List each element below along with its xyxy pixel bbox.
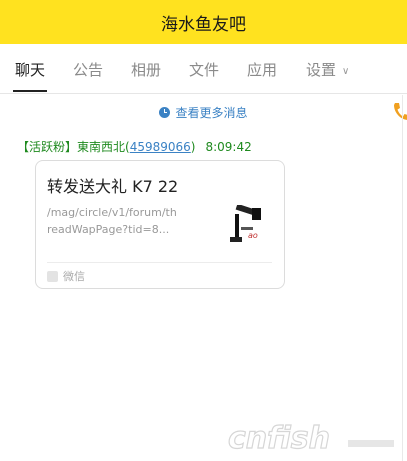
tab-album[interactable]: 相册 bbox=[131, 44, 161, 94]
card-source: 微信 bbox=[63, 270, 85, 283]
site-watermark: cnfish bbox=[228, 420, 394, 457]
tab-apps[interactable]: 应用 bbox=[247, 44, 277, 94]
message-sender: 【活跃粉】東南西北(45989066) 8:09:42 bbox=[17, 138, 252, 155]
wechat-icon bbox=[47, 270, 58, 282]
card-url: /mag/circle/v1/forum/threadWapPage?tid=8… bbox=[47, 206, 177, 236]
clock-icon bbox=[159, 107, 171, 118]
card-footer: 微信 bbox=[47, 268, 85, 284]
message-time: 8:09:42 bbox=[205, 140, 252, 154]
shared-link-card[interactable]: 转发送大礼 K7 22 /mag/circle/v1/forum/threadW… bbox=[35, 160, 285, 289]
fan-badge: 【活跃粉】 bbox=[17, 140, 78, 154]
panel-divider bbox=[402, 95, 403, 461]
uid-close-paren: ) bbox=[190, 140, 196, 154]
view-more-label: 查看更多消息 bbox=[175, 106, 248, 120]
view-more-messages-link[interactable]: 查看更多消息 bbox=[0, 104, 407, 121]
tab-bar: 聊天 公告 相册 文件 应用 设置 ∨ bbox=[0, 44, 407, 120]
tab-settings[interactable]: 设置 ∨ bbox=[306, 44, 349, 94]
chevron-down-icon: ∨ bbox=[342, 66, 350, 77]
tab-chat[interactable]: 聊天 bbox=[12, 44, 48, 94]
tab-settings-label: 设置 bbox=[306, 61, 337, 79]
card-title: 转发送大礼 K7 22 bbox=[47, 177, 179, 196]
group-title: 海水鱼友吧 bbox=[161, 14, 246, 35]
tab-announcements[interactable]: 公告 bbox=[73, 44, 103, 94]
group-header: 海水鱼友吧 bbox=[0, 0, 407, 44]
tab-files[interactable]: 文件 bbox=[189, 44, 219, 94]
svg-text:ao: ao bbox=[248, 231, 258, 240]
sender-uid-link[interactable]: 45989066 bbox=[130, 140, 191, 154]
sender-nickname: 東南西北 bbox=[77, 140, 126, 154]
watermark-text: cnfish bbox=[228, 421, 330, 456]
card-thumbnail: ao bbox=[230, 205, 261, 242]
card-divider bbox=[47, 262, 272, 263]
